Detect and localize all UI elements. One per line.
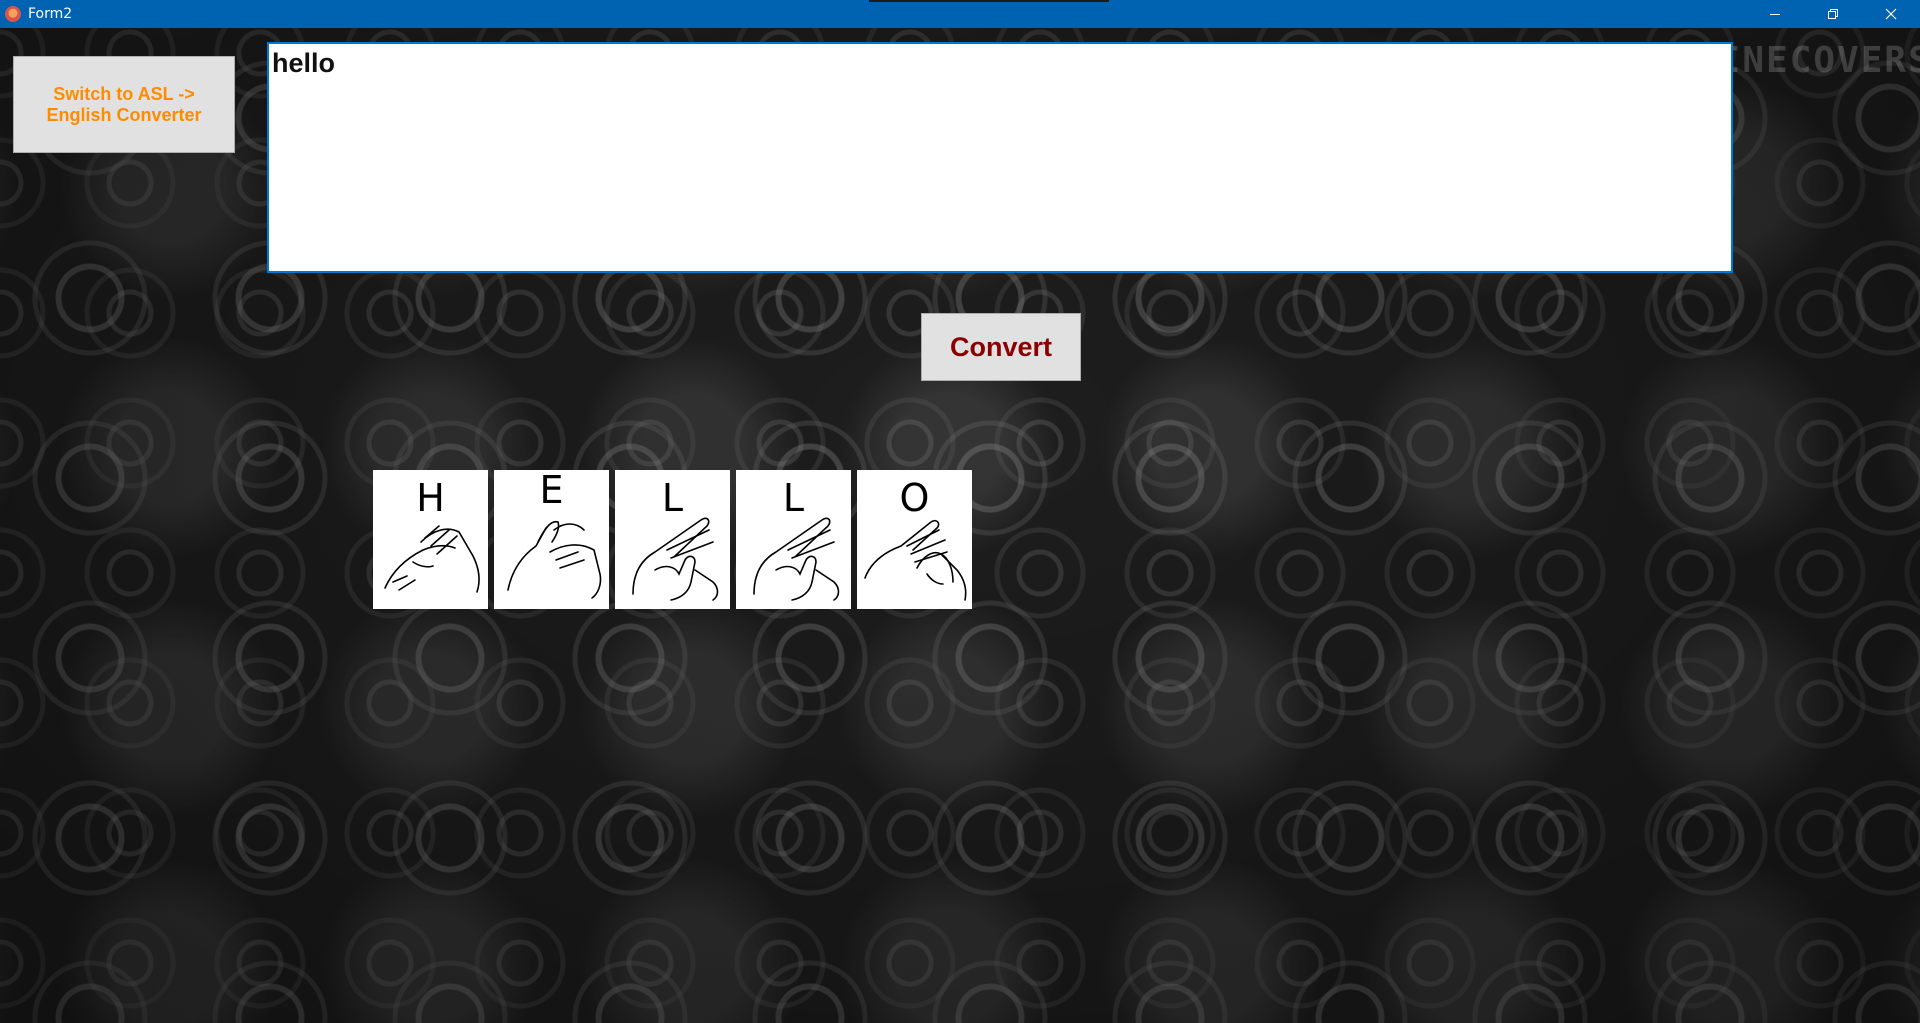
hand-sign-icon [632,517,719,601]
hand-sign-icon [753,517,840,601]
asl-sign-strip: H E L L O [373,470,972,609]
hand-sign-icon [384,525,480,593]
app-icon [5,6,21,22]
convert-button[interactable]: Convert [921,313,1081,381]
asl-sign-l: L [615,470,730,609]
hand-sign-icon [507,520,602,599]
switch-converter-button[interactable]: Switch to ASL -> English Converter [13,56,235,153]
asl-sign-l: L [736,470,851,609]
title-bar-strip [869,0,1109,2]
asl-sign-o: O [857,470,972,609]
window-title: Form2 [28,6,73,22]
minimize-icon[interactable] [1746,0,1804,28]
restore-icon[interactable] [1804,0,1862,28]
window-controls [1746,0,1920,28]
app-window: Form2 LINECOVERS.PRO Switch to ASL -> En… [0,0,1920,1023]
asl-sign-e: E [494,470,609,609]
hand-sign-icon [864,519,967,601]
title-bar[interactable]: Form2 [0,0,1920,28]
english-text-input[interactable]: hello [267,42,1733,273]
asl-sign-h: H [373,470,488,609]
close-icon[interactable] [1862,0,1920,28]
